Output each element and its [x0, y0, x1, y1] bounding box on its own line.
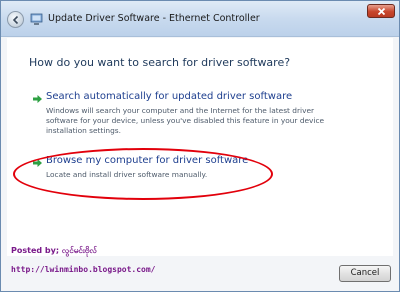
cancel-button[interactable]: Cancel — [339, 265, 391, 282]
posted-by-label: Posted by; လွင်မင်းဗိုလ် — [11, 246, 97, 255]
green-arrow-icon — [33, 95, 42, 103]
option-browse-computer[interactable]: Browse my computer for driver software L… — [23, 155, 353, 191]
close-icon — [377, 7, 386, 16]
dialog-content: How do you want to search for driver sof… — [7, 38, 393, 256]
option-title: Search automatically for updated driver … — [46, 91, 293, 102]
window-title: Update Driver Software - Ethernet Contro… — [48, 13, 260, 24]
update-driver-dialog: Update Driver Software - Ethernet Contro… — [0, 0, 400, 292]
title-bar: Update Driver Software - Ethernet Contro… — [1, 1, 399, 37]
green-arrow-icon — [33, 159, 42, 167]
dialog-heading: How do you want to search for driver sof… — [29, 56, 291, 69]
option-search-automatically[interactable]: Search automatically for updated driver … — [23, 91, 353, 141]
blog-url-link[interactable]: http://lwinminbo.blogspot.com/ — [11, 265, 156, 274]
option-description: Locate and install driver software manua… — [46, 170, 208, 179]
back-button[interactable] — [7, 11, 24, 28]
close-button[interactable] — [367, 4, 395, 18]
back-arrow-icon — [12, 15, 19, 25]
device-manager-icon — [30, 13, 43, 25]
option-title: Browse my computer for driver software — [46, 155, 249, 166]
option-description: Windows will search your computer and th… — [46, 106, 325, 135]
